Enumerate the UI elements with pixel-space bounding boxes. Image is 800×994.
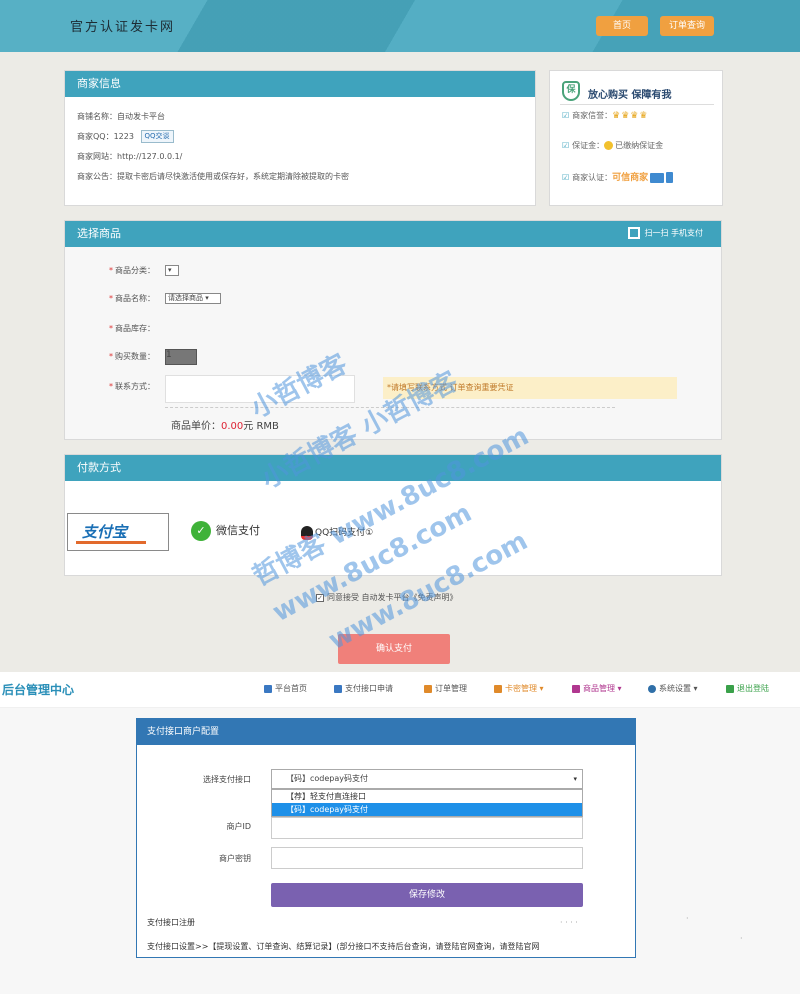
shield-icon: 保 [562,81,580,101]
payment-panel: 付款方式 支付宝 ✓ 微信支付 QQ扫码支付① [64,454,722,576]
contact-label: * 联系方式： [109,382,155,391]
product-icon [572,684,580,693]
email-icon [650,172,665,183]
site-title: 官方认证发卡网 [70,20,176,35]
wechat-icon: ✓ [191,521,211,541]
user-icon [334,684,342,693]
settings-link[interactable]: 支付接口设置>>【提现设置、订单查询、结算记录】(部分接口不支持后台查询，请登陆… [147,941,540,952]
selected-interface: 【码】codepay码支付 [286,774,369,783]
admin-body: 支付接口商户配置 选择支付接口 【码】codepay码支付 ▾ 【荐】轻支付直连… [0,708,800,994]
cert-row: ☑ 商家认证：可信商家 [562,171,674,185]
header-banner: 官方认证发卡网 首页 订单查询 [0,0,800,52]
nav-platform-home[interactable]: 平台首页 [264,683,307,694]
logout-icon [726,684,734,693]
merchant-info-title: 商家信息 [65,71,535,97]
config-title: 支付接口商户配置 [137,719,635,745]
qq-pay-option[interactable]: QQ扫码支付① [301,525,373,540]
confirm-pay-button[interactable]: 确认支付 [338,634,450,664]
guarantee-header: 保 放心购买 保障有我 [560,79,714,105]
deposit-value: 已缴纳保证金 [615,141,664,150]
nav-orders[interactable]: 订单管理 [424,683,467,694]
list-icon [424,684,432,693]
admin-title: 后台管理中心 [2,683,75,697]
product-select[interactable]: 请选择商品 ▾ [165,293,221,304]
crown-icons: ♛♛♛♛ [612,111,649,121]
nav-products[interactable]: 商品管理 ▾ [572,683,622,694]
product-name-label: * 商品名称： [109,294,155,303]
credit-row: ☑ 商家信誉：♛♛♛♛ [562,109,648,123]
scan-pay-label: 扫一扫 手机支付 [644,228,703,238]
merchant-key-label: 商户密钥 [219,854,251,863]
interface-dropdown: 【荐】轻支付直连接口 【码】codepay码支付 [271,789,583,817]
alipay-underline [76,541,146,544]
deposit-row: ☑ 保证金： 已缴纳保证金 [562,139,663,153]
dropdown-option-selected[interactable]: 【码】codepay码支付 [272,803,582,816]
price-amount: 0.00 [221,421,244,432]
nav-cards[interactable]: 卡密管理 ▾ [494,683,544,694]
stock-label: * 商品库存： [109,324,155,333]
nav-payment-apply[interactable]: 支付接口申请 [334,683,393,694]
wechat-pay-option[interactable]: ✓ 微信支付 [191,521,260,541]
user-icon [264,684,272,693]
unit-price: 商品单价：0.00元 RMB [171,421,279,432]
payment-interface-select[interactable]: 【码】codepay码支付 ▾ [271,769,583,789]
trusted-merchant-badge: 可信商家 [612,173,649,183]
merchant-site-row: 商家网站：http://127.0.0.1/ [77,152,183,161]
agreement-text: 同意接受 自动发卡平台《免责声明》 [327,593,458,602]
order-query-button[interactable]: 订单查询 [660,16,714,36]
merchant-notice-row: 商家公告：提取卡密后请尽快激活使用或保存好，系统定期清除被提取的卡密 [77,172,349,181]
agreement[interactable]: ✓ 同意接受 自动发卡平台《免责声明》 [316,592,458,603]
merchant-qq-row: 商家QQ：1223 QQ交谈 [77,127,535,147]
qr-code-icon [628,227,641,239]
merchant-id-label: 商户ID [226,822,251,831]
contact-tip: *请填写联系方式 订单查询重要凭证 [383,377,677,399]
payment-panel-title: 付款方式 [65,455,721,481]
card-icon [494,684,502,693]
storefront: 官方认证发卡网 首页 订单查询 商家信息 商铺名称：自动发卡平台 商家QQ：12… [0,0,800,672]
decorative-dots: · · · · [560,918,578,927]
check-icon: ☑ [562,173,570,182]
goods-panel-title: 选择商品 [65,221,721,247]
quantity-input[interactable]: 1 [165,349,197,365]
admin-panel: 后台管理中心 平台首页 支付接口申请 订单管理 卡密管理 ▾ 商品管理 ▾ 系统… [0,672,800,994]
divider [165,407,615,408]
qq-chat-button[interactable]: QQ交谈 [140,130,174,143]
phone-icon [666,172,674,183]
nav-settings[interactable]: 系统设置 ▾ [648,683,698,694]
register-link[interactable]: 支付接口注册 [147,917,195,928]
decorative-dots: · [740,934,743,943]
merchant-id-input[interactable] [271,817,583,839]
contact-input[interactable] [165,375,355,403]
quantity-label: * 购买数量： [109,352,155,361]
category-label: * 商品分类： [109,266,155,275]
check-icon: ☑ [562,111,570,120]
admin-navbar: 后台管理中心 平台首页 支付接口申请 订单管理 卡密管理 ▾ 商品管理 ▾ 系统… [0,672,800,708]
merchant-key-input[interactable] [271,847,583,869]
qq-penguin-icon [301,525,313,540]
decorative-dots: · [686,914,689,923]
nav-logout[interactable]: 退出登陆 [726,683,769,694]
agree-checkbox[interactable]: ✓ [316,593,324,602]
goods-panel: 选择商品 扫一扫 手机支付 * 商品分类： ▾ * 商品名称： 请选择商品 ▾ * 商… [64,220,722,440]
guarantee-panel: 保 放心购买 保障有我 ☑ 商家信誉：♛♛♛♛ ☑ 保证金： 已缴纳保证金 ☑ 商家认证… [549,70,723,206]
credit-label: 商家信誉： [572,111,613,120]
select-interface-label: 选择支付接口 [203,775,251,784]
guarantee-title: 放心购买 保障有我 [588,90,672,101]
category-select[interactable]: ▾ [165,265,179,276]
coin-icon [604,141,614,150]
deposit-label: 保证金： [572,141,605,150]
merchant-info-panel: 商家信息 商铺名称：自动发卡平台 商家QQ：1223 QQ交谈 商家网站：htt… [64,70,536,206]
alipay-logo: 支付宝 [82,523,128,541]
alipay-option[interactable]: 支付宝 [67,513,169,551]
chevron-down-icon: ▾ [573,775,577,783]
home-button[interactable]: 首页 [596,16,648,36]
shop-name-row: 商铺名称：自动发卡平台 [77,112,165,121]
check-icon: ☑ [562,141,570,150]
merchant-qq-text: 商家QQ：1223 [77,132,134,141]
dropdown-option[interactable]: 【荐】轻支付直连接口 [272,790,582,803]
gear-icon [648,684,656,693]
cert-label: 商家认证： [572,173,613,182]
scan-pay-link[interactable]: 扫一扫 手机支付 [628,227,703,239]
save-button[interactable]: 保存修改 [271,883,583,907]
